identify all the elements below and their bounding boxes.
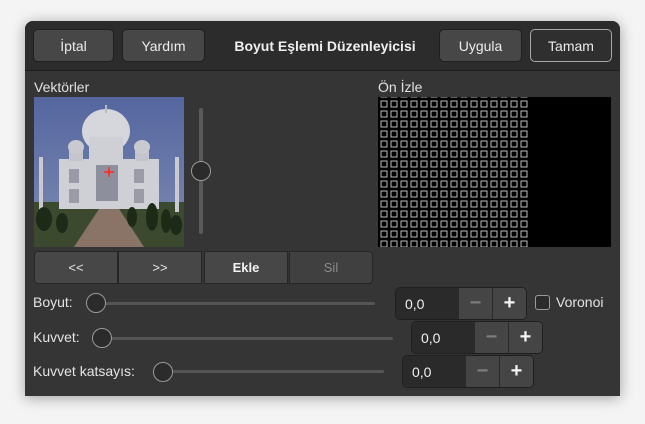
- strength-value[interactable]: 0,0: [412, 322, 474, 353]
- help-button[interactable]: Yardım: [122, 29, 205, 62]
- apply-button[interactable]: Uygula: [439, 29, 522, 62]
- mapping-editor-dialog: İptal Yardım Boyut Eşlemi Düzenleyicisi …: [25, 21, 620, 396]
- add-vector-button[interactable]: Ekle: [204, 251, 288, 284]
- size-slider-trough[interactable]: [87, 302, 375, 305]
- taj-mahal-thumbnail: [34, 97, 184, 247]
- strength-slider-knob[interactable]: [92, 328, 112, 348]
- voronoi-checkbox[interactable]: [535, 295, 550, 310]
- size-increment-button[interactable]: +: [492, 288, 526, 319]
- strength-increment-button[interactable]: +: [508, 322, 542, 353]
- size-decrement-button[interactable]: −: [458, 288, 492, 319]
- size-spinbutton[interactable]: 0,0 − +: [395, 287, 527, 320]
- strength-label: Kuvvet:: [33, 329, 80, 345]
- vector-image-area[interactable]: [34, 97, 184, 247]
- strength-exponent-value[interactable]: 0,0: [403, 356, 465, 387]
- strength-exponent-decrement-button[interactable]: −: [465, 356, 499, 387]
- strength-decrement-button[interactable]: −: [474, 322, 508, 353]
- strength-spinbutton[interactable]: 0,0 − +: [411, 321, 543, 354]
- strength-exponent-label: Kuvvet katsayıs:: [33, 363, 135, 379]
- preview-area: [378, 97, 611, 247]
- vectors-label: Vektörler: [34, 79, 90, 95]
- size-label: Boyut:: [33, 294, 73, 310]
- preview-grid: [378, 97, 530, 247]
- strength-slider-trough[interactable]: [93, 337, 393, 340]
- ok-button[interactable]: Tamam: [530, 29, 612, 62]
- size-value[interactable]: 0,0: [396, 288, 458, 319]
- dialog-title: Boyut Eşlemi Düzenleyicisi: [234, 38, 416, 54]
- preview-label: Ön İzle: [378, 79, 423, 95]
- strength-exponent-spinbutton[interactable]: 0,0 − +: [402, 355, 534, 388]
- delete-vector-button[interactable]: Sil: [289, 251, 373, 284]
- prev-vector-button[interactable]: <<: [34, 251, 118, 284]
- next-vector-button[interactable]: >>: [118, 251, 202, 284]
- voronoi-label[interactable]: Voronoi: [556, 294, 603, 310]
- cancel-button[interactable]: İptal: [33, 29, 114, 62]
- strength-exponent-increment-button[interactable]: +: [499, 356, 533, 387]
- strength-exponent-slider-trough[interactable]: [153, 370, 384, 373]
- size-slider-knob[interactable]: [86, 293, 106, 313]
- header-bar: İptal Yardım Boyut Eşlemi Düzenleyicisi …: [25, 21, 620, 71]
- vector-angle-slider-knob[interactable]: [191, 161, 211, 181]
- strength-exponent-slider-knob[interactable]: [153, 362, 173, 382]
